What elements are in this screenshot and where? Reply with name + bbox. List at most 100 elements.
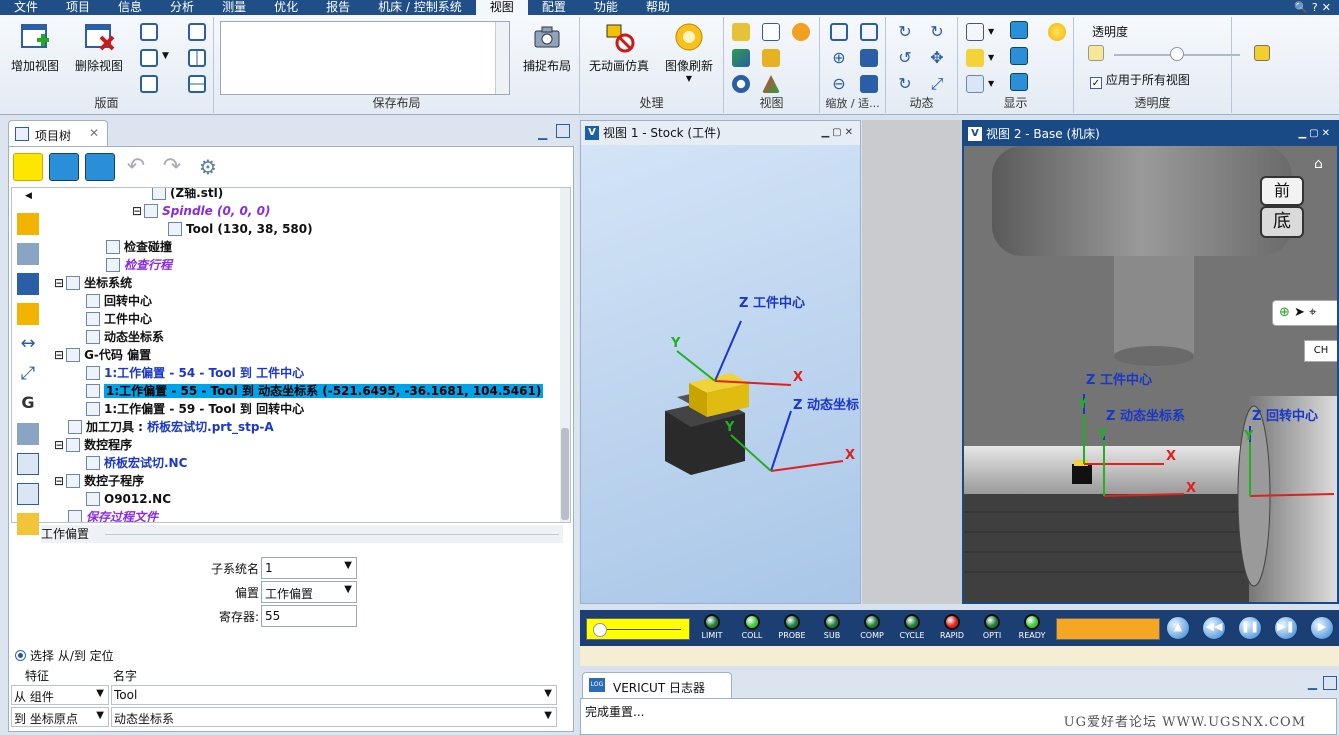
send-icon[interactable]: ➤ bbox=[1294, 305, 1305, 320]
register-input[interactable]: 55 bbox=[261, 605, 357, 627]
pan-icon[interactable]: ✥ bbox=[928, 49, 946, 67]
display-machine-icon[interactable] bbox=[1010, 47, 1028, 65]
tree-row[interactable]: 回转中心 bbox=[86, 292, 152, 310]
status-led[interactable]: RAPID bbox=[932, 614, 972, 640]
travel-limit-icon[interactable]: ↔ bbox=[17, 333, 39, 355]
transparency-slider-knob[interactable] bbox=[1170, 47, 1184, 61]
configure-icon[interactable]: ⚙ bbox=[193, 153, 223, 181]
status-led[interactable]: LIMIT bbox=[692, 614, 732, 640]
tree-row[interactable]: ⊟ Spindle (0, 0, 0) bbox=[132, 202, 270, 220]
tree-row[interactable]: ⊟ 数控程序 bbox=[54, 436, 132, 454]
zoom-fit-icon[interactable] bbox=[860, 23, 878, 41]
menu-item[interactable]: 报告 bbox=[312, 0, 364, 15]
display-mode-icon[interactable] bbox=[966, 23, 984, 41]
tree-row[interactable]: ⊟ 坐标系统 bbox=[54, 274, 132, 292]
radio-dot-icon[interactable] bbox=[15, 650, 26, 661]
csys-icon[interactable]: ⤢ bbox=[17, 363, 39, 385]
view-cube-top[interactable]: 前 bbox=[1260, 176, 1304, 206]
window-controls-icon[interactable]: ▁▢✕ bbox=[1298, 122, 1333, 146]
chevron-down-icon[interactable]: ▼ bbox=[988, 53, 994, 62]
view-options-icon[interactable] bbox=[792, 23, 810, 41]
zoom-extent-icon[interactable] bbox=[860, 49, 878, 67]
tree-row[interactable]: O9012.NC bbox=[86, 490, 171, 508]
from-feature-select[interactable]: 从 组件 ▼ bbox=[11, 685, 109, 705]
process-file-icon[interactable] bbox=[17, 513, 39, 535]
slider-knob[interactable] bbox=[593, 623, 607, 637]
close-icon[interactable]: ✕ bbox=[89, 126, 99, 140]
tree-scrollbar-thumb[interactable] bbox=[561, 428, 569, 520]
step-back-icon[interactable]: ◀◀ bbox=[1202, 616, 1226, 640]
tree-row[interactable]: 动态坐标系 bbox=[86, 328, 164, 346]
from-name-select[interactable]: Tool ▼ bbox=[111, 685, 557, 705]
step-forward-icon[interactable]: ▶❚ bbox=[1274, 616, 1298, 640]
select-mode-icon[interactable] bbox=[13, 153, 43, 181]
float-panel-icon[interactable] bbox=[556, 124, 570, 138]
view-2-canvas[interactable]: Z 工件中心 Z 动态坐标系 Z 回转中心 Y Y Y X X 前 底 ⌂ ⊕ … bbox=[964, 146, 1337, 602]
collapse-icon[interactable]: ⊟ bbox=[54, 348, 64, 362]
layout-tile-icon[interactable] bbox=[140, 49, 158, 67]
status-led[interactable]: PROBE bbox=[772, 614, 812, 640]
capture-layout-button[interactable]: 捕捉布局 bbox=[516, 21, 578, 74]
gcode-offset-icon[interactable]: G bbox=[17, 393, 39, 415]
tree-scrollbar[interactable] bbox=[560, 188, 570, 522]
view-1-canvas[interactable]: Z 工件中心 X Y Z 动态坐标 X Y bbox=[581, 145, 860, 603]
to-feature-select[interactable]: 到 坐标原点 ▼ bbox=[11, 707, 109, 727]
play-icon[interactable]: ▶ bbox=[1310, 616, 1334, 640]
status-led[interactable]: COLL bbox=[732, 614, 772, 640]
minimize-icon[interactable]: ▁ bbox=[1308, 676, 1317, 690]
nc-subroutine-icon[interactable] bbox=[17, 483, 39, 505]
collapse-left-icon[interactable]: ◀ bbox=[25, 191, 32, 201]
add-component-icon[interactable] bbox=[85, 153, 115, 181]
layout-vertical-split-icon[interactable] bbox=[188, 49, 206, 67]
redo-icon[interactable]: ↷ bbox=[157, 153, 187, 181]
apply-all-views-checkbox[interactable]: ✓ 应用于所有视图 bbox=[1090, 71, 1190, 89]
menu-item[interactable]: 信息 bbox=[104, 0, 156, 15]
menu-item[interactable]: 功能 bbox=[580, 0, 632, 15]
collision-icon[interactable] bbox=[17, 303, 39, 325]
view-grid-icon[interactable] bbox=[762, 23, 780, 41]
display-toolpath-icon[interactable] bbox=[1010, 21, 1028, 39]
reset-view-icon[interactable]: ⤢ bbox=[928, 75, 946, 93]
tree-row[interactable]: ⊟ 数控子程序 bbox=[54, 472, 144, 490]
menu-item[interactable]: 帮助 bbox=[632, 0, 684, 15]
chevron-down-icon[interactable]: ▼ bbox=[988, 79, 994, 88]
window-controls-icon[interactable]: ▁▢✕ bbox=[821, 121, 856, 145]
zoom-box-icon[interactable] bbox=[830, 23, 848, 41]
tree-row[interactable]: 检查行程 bbox=[106, 256, 172, 274]
rotate-y-icon[interactable]: ↻ bbox=[928, 23, 946, 41]
zoom-in-icon[interactable]: ⊕ bbox=[830, 49, 848, 67]
chevron-down-icon[interactable]: ▼ bbox=[162, 51, 169, 61]
animation-speed-slider[interactable] bbox=[586, 618, 690, 640]
rewind-icon[interactable]: ▲ bbox=[1166, 616, 1190, 640]
pin-icon[interactable]: ⊕ bbox=[1279, 305, 1290, 320]
measure-icon[interactable]: ⌖ bbox=[1309, 305, 1316, 320]
menu-item[interactable]: 项目 bbox=[52, 0, 104, 15]
log-tab[interactable]: LOG VERICUT 日志器 bbox=[582, 672, 732, 698]
tree-row[interactable]: 检查碰撞 bbox=[106, 238, 172, 256]
zoom-out-icon[interactable]: ⊖ bbox=[830, 75, 848, 93]
menu-item[interactable]: 机床 / 控制系统 bbox=[364, 0, 476, 15]
side-label-box[interactable]: CH bbox=[1304, 340, 1337, 362]
help-search-icon[interactable]: 🔍?✕ bbox=[1294, 0, 1335, 15]
view-mini-toolbar[interactable]: ⊕ ➤ ⌖ bbox=[1272, 300, 1337, 326]
menu-item[interactable]: 分析 bbox=[156, 0, 208, 15]
zoom-all-icon[interactable] bbox=[860, 75, 878, 93]
menu-item[interactable]: 优化 bbox=[260, 0, 312, 15]
collapse-icon[interactable]: ⊟ bbox=[54, 474, 64, 488]
display-stock-icon[interactable] bbox=[1010, 73, 1028, 91]
status-led[interactable]: OPTI bbox=[972, 614, 1012, 640]
select-from-to-radio[interactable]: 选择 从/到 定位 bbox=[15, 647, 114, 664]
tree-row[interactable]: 1:工作偏置 - 55 - Tool 到 动态坐标系 (-521.6495, -… bbox=[86, 382, 544, 400]
tree-row[interactable]: (Z轴.stl) bbox=[152, 188, 223, 202]
status-led[interactable]: CYCLE bbox=[892, 614, 932, 640]
layout-single-icon[interactable] bbox=[188, 23, 206, 41]
view-cube-bottom[interactable]: 底 bbox=[1260, 206, 1304, 238]
delete-view-button[interactable]: 删除视图 bbox=[68, 21, 130, 74]
view-rotate-icon[interactable] bbox=[732, 75, 750, 93]
image-refresh-button[interactable]: 图像刷新 ▼ bbox=[656, 21, 722, 83]
display-light-icon[interactable] bbox=[1048, 23, 1066, 41]
home-icon[interactable]: ⌂ bbox=[1314, 156, 1323, 172]
nc-program-icon[interactable] bbox=[17, 453, 39, 475]
tree-row[interactable]: 1:工作偏置 - 54 - Tool 到 工件中心 bbox=[86, 364, 304, 382]
rotate-z-icon[interactable]: ↺ bbox=[896, 49, 914, 67]
